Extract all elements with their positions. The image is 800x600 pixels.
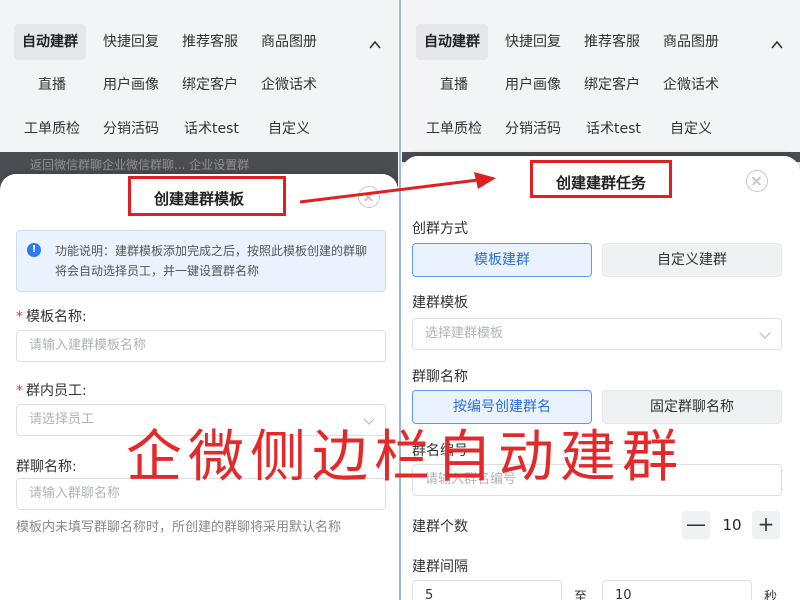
menu-item-user-profile[interactable]: 用户画像 xyxy=(103,67,159,103)
menu-item-custom[interactable]: 自定义 xyxy=(670,111,712,147)
info-icon: ! xyxy=(27,243,41,257)
menu-item-script-test[interactable]: 话术test xyxy=(586,111,641,147)
background-text: 返回微信群聊企业微信群聊... 企业设置群 xyxy=(30,158,250,172)
create-template-sheet: 创建建群模板 ! 功能说明：建群模板添加完成之后，按照此模板创建的群聊将会自动选… xyxy=(0,174,398,600)
notice-box: ! 功能说明：建群模板添加完成之后，按照此模板创建的群聊将会自动选择员工，并一键… xyxy=(16,230,386,292)
menu-item-product-album[interactable]: 商品图册 xyxy=(261,24,317,60)
menu-item-live[interactable]: 直播 xyxy=(440,67,468,103)
menu-row-1: 自动建群 快捷回复 推荐客服 商品图册 xyxy=(402,24,800,68)
interval-to-input[interactable]: 10 xyxy=(602,580,752,600)
menu-item-bind-customer[interactable]: 绑定客户 xyxy=(182,67,238,103)
count-value[interactable]: 10 xyxy=(712,516,752,534)
menu-row-2: 直播 用户画像 绑定客户 企微话术 xyxy=(0,67,398,111)
menu-item-quick-reply[interactable]: 快捷回复 xyxy=(505,24,561,60)
menu-item-ticket-qc[interactable]: 工单质检 xyxy=(24,111,80,147)
menu-item-recommend-service[interactable]: 推荐客服 xyxy=(182,24,238,60)
menu-item-custom[interactable]: 自定义 xyxy=(268,111,310,147)
template-name-label: * 模板名称: xyxy=(16,309,87,325)
interval-label: 建群间隔 xyxy=(412,559,468,575)
chevron-up-icon[interactable] xyxy=(770,38,784,52)
menu-row-3: 工单质检 分销活码 话术test 自定义 xyxy=(402,111,800,155)
chevron-up-icon[interactable] xyxy=(368,38,382,52)
menu-item-wecom-scripts[interactable]: 企微话术 xyxy=(663,67,719,103)
group-name-hint: 模板内未填写群聊名称时，所创建的群聊将采用默认名称 xyxy=(16,520,342,535)
template-label: 建群模板 xyxy=(412,295,468,311)
annotation-box-right-title xyxy=(530,160,672,198)
menu-item-user-profile[interactable]: 用户画像 xyxy=(505,67,561,103)
menu-item-distribution-code[interactable]: 分销活码 xyxy=(505,111,561,147)
close-icon[interactable] xyxy=(358,186,380,208)
method-label: 创群方式 xyxy=(412,221,468,237)
template-select[interactable]: 选择建群模板 xyxy=(412,318,782,350)
menu-row-2: 直播 用户画像 绑定客户 企微话术 xyxy=(402,67,800,111)
group-name-label: 群聊名称 xyxy=(412,369,468,385)
method-template-button[interactable]: 模板建群 xyxy=(412,243,592,277)
menu-row-1: 自动建群 快捷回复 推荐客服 商品图册 xyxy=(0,24,398,68)
menu-row-3: 工单质检 分销活码 话术test 自定义 xyxy=(0,111,398,155)
menu-item-script-test[interactable]: 话术test xyxy=(184,111,239,147)
menu-item-auto-group[interactable]: 自动建群 xyxy=(416,24,488,60)
interval-unit: 秒 xyxy=(764,590,778,600)
interval-from-input[interactable]: 5 xyxy=(412,580,562,600)
staff-label: * 群内员工: xyxy=(16,383,87,399)
count-label: 建群个数 xyxy=(412,519,468,535)
caption-overlay: 企微侧边栏自动建群 xyxy=(126,425,684,490)
annotation-box-left-title xyxy=(128,176,286,216)
interval-to-label: 至 xyxy=(574,590,588,600)
left-panel: 自动建群 快捷回复 推荐客服 商品图册 直播 用户画像 绑定客户 企微话术 工单… xyxy=(0,0,398,600)
menu-item-quick-reply[interactable]: 快捷回复 xyxy=(103,24,159,60)
menu-item-live[interactable]: 直播 xyxy=(38,67,66,103)
menu-item-distribution-code[interactable]: 分销活码 xyxy=(103,111,159,147)
group-name-label: 群聊名称: xyxy=(16,459,77,475)
menu-item-bind-customer[interactable]: 绑定客户 xyxy=(584,67,640,103)
notice-text: 功能说明：建群模板添加完成之后，按照此模板创建的群聊将会自动选择员工，并一键设置… xyxy=(55,244,368,278)
menu-item-ticket-qc[interactable]: 工单质检 xyxy=(426,111,482,147)
menu-item-wecom-scripts[interactable]: 企微话术 xyxy=(261,67,317,103)
menu-item-auto-group[interactable]: 自动建群 xyxy=(14,24,86,60)
chevron-down-icon xyxy=(759,327,771,339)
plus-button[interactable]: + xyxy=(752,511,780,539)
template-name-input[interactable]: 请输入建群模板名称 xyxy=(16,330,386,362)
minus-button[interactable]: — xyxy=(682,511,710,539)
method-custom-button[interactable]: 自定义建群 xyxy=(602,243,782,277)
right-panel: 自动建群 快捷回复 推荐客服 商品图册 直播 用户画像 绑定客户 企微话术 工单… xyxy=(402,0,800,600)
create-task-sheet: 创建建群任务 创群方式 模板建群 自定义建群 建群模板 选择建群模板 群聊名称 … xyxy=(402,156,800,600)
close-icon[interactable] xyxy=(746,170,768,192)
menu-item-recommend-service[interactable]: 推荐客服 xyxy=(584,24,640,60)
menu-item-product-album[interactable]: 商品图册 xyxy=(663,24,719,60)
